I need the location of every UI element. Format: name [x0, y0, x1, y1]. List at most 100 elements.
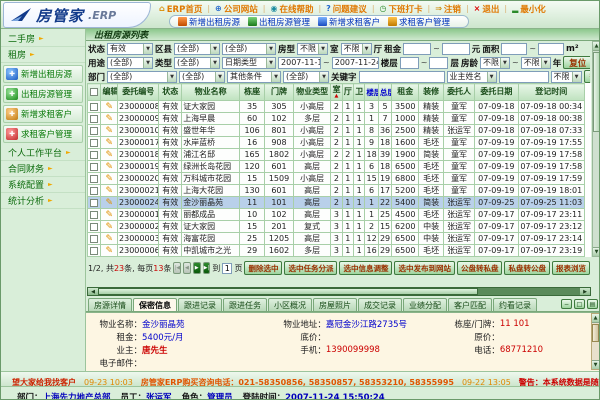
- reset-button[interactable]: 复位: [563, 56, 590, 69]
- column-header-楼层[interactable]: 楼层: [365, 84, 378, 101]
- edit-row-icon[interactable]: ✎: [105, 198, 113, 208]
- other-condition-select[interactable]: 其他条件▼: [227, 71, 281, 83]
- first-page-button[interactable]: |◀: [173, 262, 181, 274]
- column-header-物业类型[interactable]: 物业类型: [293, 84, 330, 101]
- next-page-button[interactable]: ▶: [193, 262, 201, 274]
- sidebar-item-manage-renter-client[interactable]: ✚求租客户管理: [3, 125, 83, 143]
- column-header-登记时间[interactable]: 登记时间: [518, 84, 584, 101]
- quick-link-new-renter-client[interactable]: 新增求租客户: [318, 16, 380, 28]
- scrollbar-thumb[interactable]: [98, 288, 478, 295]
- floor-max-input[interactable]: [429, 57, 448, 69]
- halls-select[interactable]: 不限▼: [341, 43, 372, 55]
- table-horizontal-scrollbar[interactable]: ◀ ▶: [87, 287, 591, 296]
- toolbar-link-logout[interactable]: ⇒注销: [435, 3, 461, 15]
- toolbar-link-exit[interactable]: ×退出: [474, 3, 500, 15]
- panel-minimize-icon[interactable]: −: [561, 299, 572, 309]
- rent-max-input[interactable]: [442, 43, 470, 55]
- floor-min-input[interactable]: [400, 57, 419, 69]
- row-checkbox[interactable]: [90, 211, 98, 219]
- district-select[interactable]: (全部)▼: [174, 43, 220, 55]
- area-min-input[interactable]: [501, 43, 527, 55]
- report-view-button[interactable]: 报表浏览: [552, 261, 590, 275]
- panel-maximize-icon[interactable]: ▤: [587, 299, 598, 309]
- toolbar-link-minimize[interactable]: ▂最小化: [512, 3, 546, 15]
- table-row[interactable]: ✎23000019有效绿洲长岛花园120601高层2116186500毛坯童军0…: [88, 161, 585, 173]
- scroll-up-icon[interactable]: ▲: [593, 42, 600, 51]
- area-max-input[interactable]: [538, 43, 564, 55]
- row-checkbox[interactable]: [90, 199, 98, 207]
- table-row[interactable]: ✎23000009有效上海早晨60102多层211171000精装童军07-09…: [88, 113, 585, 125]
- quick-link-manage-renter-client[interactable]: 求租客户管理: [388, 16, 450, 28]
- sidebar-group-rental-house[interactable]: 租房►: [1, 47, 85, 63]
- table-row[interactable]: ✎23000021有效上海大花园130601高层2116175200毛坯童军07…: [88, 185, 585, 197]
- row-checkbox[interactable]: [90, 223, 98, 231]
- sidebar-group-system-config[interactable]: 系统配置►: [1, 177, 85, 193]
- delete-selected-button[interactable]: 删除选中: [244, 261, 282, 275]
- scrollbar-thumb[interactable]: [593, 52, 600, 132]
- table-row[interactable]: ✎23000008有效证大家园35305小高层211353500精装童军07-0…: [88, 101, 585, 113]
- public-to-private-button[interactable]: 公盘转私盘: [457, 261, 503, 275]
- sidebar-group-contract-finance[interactable]: 合同财务►: [1, 161, 85, 177]
- edit-row-icon[interactable]: ✎: [105, 162, 113, 172]
- row-checkbox[interactable]: [90, 127, 98, 135]
- column-header-卫[interactable]: 卫: [354, 84, 365, 101]
- search-button[interactable]: 查询: [584, 70, 590, 83]
- edit-row-icon[interactable]: ✎: [105, 210, 113, 220]
- owner-name-select[interactable]: 业主姓名▼: [447, 71, 497, 83]
- rooms-select[interactable]: 不限▼: [297, 43, 328, 55]
- row-checkbox[interactable]: [90, 175, 98, 183]
- column-header-厅[interactable]: 厅: [342, 84, 353, 101]
- scroll-left-icon[interactable]: ◀: [88, 288, 98, 295]
- column-header-门牌[interactable]: 门牌: [265, 84, 294, 101]
- quick-link-new-rental-listing[interactable]: 新增出租房源: [178, 16, 240, 28]
- column-header-室[interactable]: 室▲: [331, 84, 342, 101]
- toolbar-link-feedback[interactable]: ?问题建议: [326, 3, 367, 15]
- last-page-button[interactable]: ▶|: [203, 262, 211, 274]
- row-checkbox[interactable]: [90, 103, 98, 111]
- age-max-select[interactable]: 不限▼: [521, 57, 551, 69]
- row-checkbox[interactable]: [90, 115, 98, 123]
- detail-vertical-scrollbar[interactable]: ▲ ▼: [591, 313, 600, 370]
- scroll-down-icon[interactable]: ▼: [593, 247, 600, 256]
- select-all-checkbox[interactable]: [90, 88, 98, 96]
- table-row[interactable]: ✎23000017有效水岸蓝桥16908小高层2119181600毛坯童军07-…: [88, 137, 585, 149]
- scroll-down-icon[interactable]: ▼: [592, 360, 599, 369]
- usage-select[interactable]: (全部)▼: [107, 57, 153, 69]
- scrollbar-thumb[interactable]: [592, 324, 599, 342]
- scroll-up-icon[interactable]: ▲: [592, 314, 599, 323]
- age-min-select[interactable]: 不限▼: [480, 57, 510, 69]
- table-row[interactable]: ✎23000001有效丽都成品10102高层3111254500毛坯张运军07-…: [88, 209, 585, 221]
- sub-department-select[interactable]: (全部)▼: [179, 71, 225, 83]
- quick-link-manage-rental-listing[interactable]: 出租房源管理: [248, 16, 310, 28]
- row-checkbox[interactable]: [90, 163, 98, 171]
- tab-client-match[interactable]: 客户匹配: [448, 298, 492, 311]
- department-select[interactable]: (全部)▼: [107, 71, 177, 83]
- edit-row-icon[interactable]: ✎: [105, 234, 113, 244]
- tab-community-overview[interactable]: 小区概况: [268, 298, 312, 311]
- sidebar-group-personal-workspace[interactable]: 个人工作平台►: [1, 145, 85, 161]
- date-to-input[interactable]: 2007-11-24: [332, 57, 379, 69]
- column-header-编辑[interactable]: 编辑: [101, 84, 118, 101]
- table-row[interactable]: ✎23000018有效浦江名邸1651802小高层22118391900简装童军…: [88, 149, 585, 161]
- row-checkbox[interactable]: [90, 235, 98, 243]
- table-row[interactable]: ✎23000020有效万科城市花园151509小高层21115196800毛坯童…: [88, 173, 585, 185]
- sidebar-group-secondhand-house[interactable]: 二手房►: [1, 31, 85, 47]
- panel-restore-icon[interactable]: □: [574, 299, 585, 309]
- toolbar-link-online-help[interactable]: ◉在线帮助: [270, 3, 313, 15]
- column-header-委托人[interactable]: 委托人: [444, 84, 475, 101]
- sidebar-item-manage-rental-listing[interactable]: ✚出租房源管理: [3, 85, 83, 103]
- select-all-checkbox-header[interactable]: [88, 84, 101, 101]
- table-vertical-scrollbar[interactable]: ▲ ▼: [592, 41, 600, 257]
- tab-follow-up-records[interactable]: 跟进记录: [178, 298, 222, 311]
- table-row[interactable]: ✎23000024有效金沙丽晶苑11101高层2111225400简装张运军07…: [88, 197, 585, 209]
- tab-follow-up-tasks[interactable]: 跟进任务: [223, 298, 267, 311]
- goto-page-input[interactable]: 1: [222, 263, 232, 274]
- status-select[interactable]: 有效▼: [107, 43, 153, 55]
- row-checkbox[interactable]: [90, 187, 98, 195]
- edit-row-icon[interactable]: ✎: [105, 126, 113, 136]
- sidebar-item-new-rental-listing[interactable]: ✚新增出租房源: [3, 65, 83, 83]
- adjust-selected-info-button[interactable]: 选中信息调整: [339, 261, 392, 275]
- private-to-public-button[interactable]: 私盘转公盘: [504, 261, 550, 275]
- edit-row-icon[interactable]: ✎: [105, 174, 113, 184]
- column-header-委托编号[interactable]: 委托编号: [118, 84, 159, 101]
